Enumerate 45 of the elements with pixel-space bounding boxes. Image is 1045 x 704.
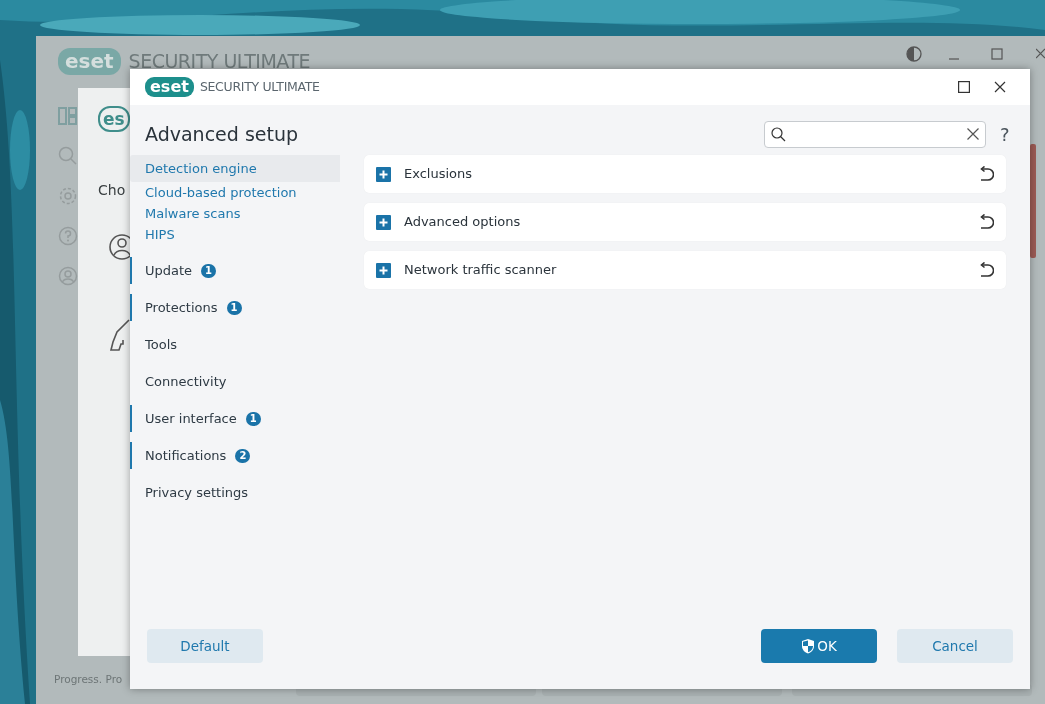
close-icon (994, 81, 1006, 93)
dialog-title: Advanced setup (145, 122, 299, 146)
expand-icon[interactable] (376, 214, 391, 230)
expand-icon[interactable] (376, 262, 391, 278)
sidebar-subitem[interactable]: Cloud-based protection (130, 182, 340, 203)
reset-icon[interactable] (978, 262, 994, 278)
clear-icon[interactable] (967, 128, 979, 140)
sidebar-item[interactable]: Notifications 2 (130, 442, 340, 469)
shield-icon (801, 638, 816, 654)
logo: eset (145, 77, 194, 97)
count-badge: 1 (245, 411, 261, 426)
app-title: SECURITY ULTIMATE (128, 48, 310, 74)
window-title: SECURITY ULTIMATE (199, 77, 320, 96)
search-icon (771, 126, 786, 142)
maximize-icon (958, 81, 970, 93)
logo: es (98, 106, 130, 132)
sidebar-item[interactable]: Privacy settings (130, 479, 340, 506)
sidebar-item[interactable]: Update 1 (130, 257, 340, 284)
sidebar-item[interactable]: Detection engine (130, 155, 340, 182)
sidebar-subitem[interactable]: Malware scans (130, 203, 340, 224)
default-button[interactable]: Default (147, 629, 263, 663)
sidebar-item[interactable]: Tools (130, 331, 340, 358)
heading: Cho (98, 181, 126, 200)
section-header[interactable]: Network traffic scanner (364, 251, 1006, 289)
section-header[interactable]: Exclusions (364, 155, 1006, 193)
cancel-button[interactable]: Cancel (897, 629, 1013, 663)
sidebar-item[interactable]: User interface 1 (130, 405, 340, 432)
search-field[interactable] (764, 120, 986, 148)
sidebar-item[interactable]: Protections 1 (130, 294, 340, 321)
count-badge: 1 (201, 263, 217, 278)
maximize-icon[interactable] (991, 48, 1003, 60)
count-badge: 2 (235, 448, 251, 463)
help-button[interactable]: ? (1000, 120, 1014, 148)
section-header[interactable]: Advanced options (364, 203, 1006, 241)
ok-button[interactable]: OK (761, 629, 877, 663)
reset-icon[interactable] (978, 214, 994, 230)
status-text: Progress. Pro (54, 672, 123, 687)
sidebar-item[interactable]: Connectivity (130, 368, 340, 395)
expand-icon[interactable] (376, 166, 391, 182)
sidebar-subitem[interactable]: HIPS (130, 224, 340, 245)
theme-icon[interactable] (906, 46, 922, 62)
logo: eset (58, 47, 121, 75)
close-icon[interactable] (1036, 48, 1045, 60)
count-badge: 1 (226, 300, 242, 315)
reset-icon[interactable] (978, 166, 994, 182)
